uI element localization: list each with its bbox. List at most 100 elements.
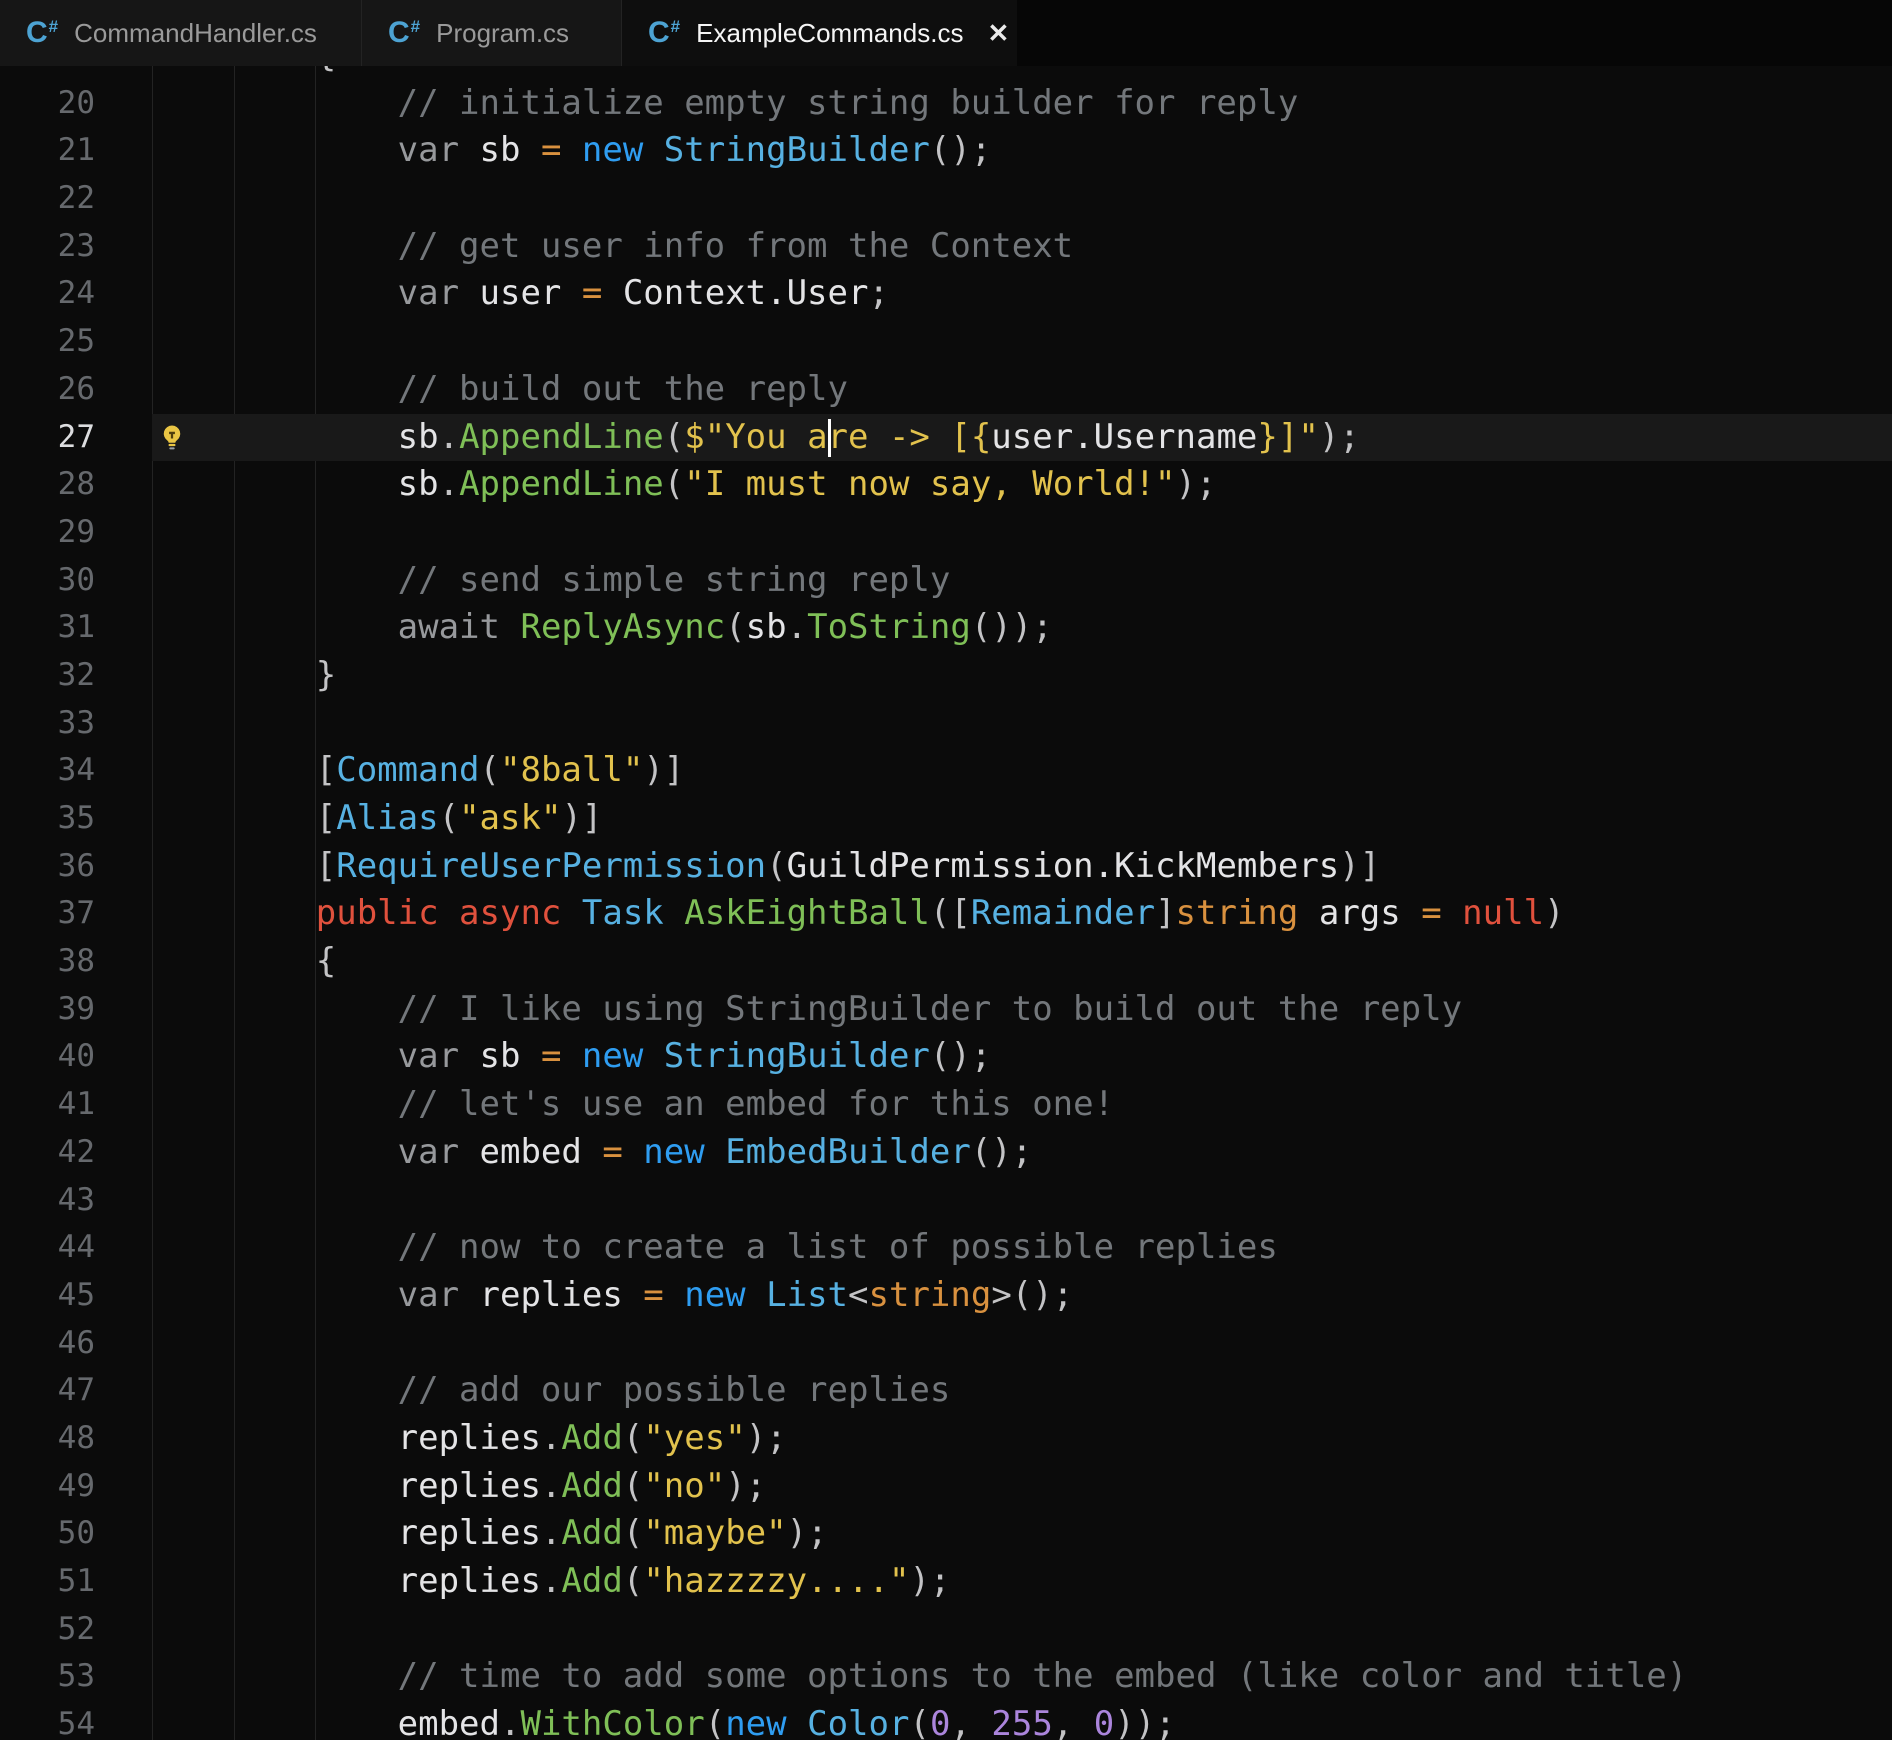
line-number[interactable]: 37: [0, 890, 152, 938]
line-number[interactable]: 50: [0, 1510, 152, 1558]
tab-commandhandler-cs[interactable]: C#CommandHandler.cs: [0, 0, 362, 66]
token-s: "8ball": [500, 750, 643, 790]
code-text[interactable]: // initialize empty string builder for r…: [152, 80, 1298, 128]
code-text[interactable]: replies.Add("maybe");: [152, 1510, 828, 1558]
token-p: (: [439, 798, 459, 838]
line-number[interactable]: 39: [0, 986, 152, 1034]
line-number[interactable]: 30: [0, 557, 152, 605]
code-text[interactable]: public async Task AskEightBall([Remainde…: [152, 890, 1565, 938]
line-number[interactable]: 28: [0, 461, 152, 509]
code-text[interactable]: replies.Add("yes");: [152, 1415, 787, 1463]
line-number[interactable]: 29: [0, 509, 152, 557]
code-text[interactable]: // build out the reply: [152, 366, 848, 414]
line-number[interactable]: 54: [0, 1701, 152, 1740]
line-number[interactable]: 31: [0, 604, 152, 652]
line-number[interactable]: 48: [0, 1415, 152, 1463]
line-number[interactable]: 25: [0, 318, 152, 366]
line-number[interactable]: 20: [0, 80, 152, 128]
line-number[interactable]: 43: [0, 1177, 152, 1225]
line-number[interactable]: 27: [0, 414, 152, 462]
line-number[interactable]: 35: [0, 795, 152, 843]
token-k: var: [152, 1036, 459, 1076]
code-text[interactable]: {: [152, 66, 336, 80]
line-number[interactable]: 42: [0, 1129, 152, 1177]
code-editor[interactable]: 19 {20 // initialize empty string builde…: [0, 66, 1892, 1740]
line-number[interactable]: 46: [0, 1320, 152, 1368]
line-number[interactable]: 36: [0, 843, 152, 891]
line-number[interactable]: 41: [0, 1081, 152, 1129]
code-text[interactable]: [RequireUserPermission(GuildPermission.K…: [152, 843, 1380, 891]
code-text[interactable]: var user = Context.User;: [152, 270, 889, 318]
code-text[interactable]: {: [152, 938, 336, 986]
code-text[interactable]: // add our possible replies: [152, 1367, 950, 1415]
line-number[interactable]: 52: [0, 1606, 152, 1654]
line-number[interactable]: 49: [0, 1463, 152, 1511]
line-number[interactable]: 21: [0, 127, 152, 175]
code-text[interactable]: replies.Add("no");: [152, 1463, 766, 1511]
line-number[interactable]: 40: [0, 1033, 152, 1081]
token-p: {: [152, 66, 336, 75]
code-line-20: 20 // initialize empty string builder fo…: [0, 80, 1892, 128]
token-p: (: [480, 750, 500, 790]
line-number[interactable]: 51: [0, 1558, 152, 1606]
token-i: replies: [459, 1275, 643, 1315]
token-p: >();: [991, 1275, 1073, 1315]
csharp-file-icon: C#: [648, 16, 680, 50]
token-s: "yes": [643, 1418, 745, 1458]
line-number[interactable]: 38: [0, 938, 152, 986]
code-text[interactable]: // time to add some options to the embed…: [152, 1653, 1687, 1701]
code-line-40: 40 var sb = new StringBuilder();: [0, 1033, 1892, 1081]
token-k: var: [152, 273, 459, 313]
token-p: );: [1176, 464, 1217, 504]
code-text[interactable]: var sb = new StringBuilder();: [152, 1033, 991, 1081]
close-tab-icon[interactable]: ✕: [963, 20, 1009, 46]
line-number[interactable]: 45: [0, 1272, 152, 1320]
line-number[interactable]: 24: [0, 270, 152, 318]
line-number[interactable]: 33: [0, 700, 152, 748]
line-number[interactable]: 23: [0, 223, 152, 271]
line-number[interactable]: 19: [0, 66, 152, 80]
code-text[interactable]: embed.WithColor(new Color(0, 255, 0));: [152, 1701, 1176, 1740]
token-p: (: [623, 1418, 643, 1458]
code-line-34: 34 [Command("8ball")]: [0, 747, 1892, 795]
code-text[interactable]: replies.Add("hazzzzy....");: [152, 1558, 950, 1606]
quick-fix-lightbulb-icon[interactable]: [156, 422, 188, 454]
token-p: .: [541, 1418, 561, 1458]
token-n: new: [561, 130, 663, 170]
code-line-24: 24 var user = Context.User;: [0, 270, 1892, 318]
line-number[interactable]: 32: [0, 652, 152, 700]
token-t: RequireUserPermission: [336, 846, 766, 886]
token-m: AppendLine: [459, 464, 664, 504]
token-s: "ask": [459, 798, 561, 838]
code-text[interactable]: // now to create a list of possible repl…: [152, 1224, 1278, 1272]
code-text[interactable]: [Alias("ask")]: [152, 795, 602, 843]
line-number[interactable]: 22: [0, 175, 152, 223]
token-t: Color: [787, 1704, 910, 1740]
token-k: var: [152, 1132, 459, 1172]
code-text[interactable]: var sb = new StringBuilder();: [152, 127, 991, 175]
line-number[interactable]: 47: [0, 1367, 152, 1415]
line-number[interactable]: 44: [0, 1224, 152, 1272]
token-p: ,: [950, 1704, 991, 1740]
code-text[interactable]: sb.AppendLine("I must now say, World!");: [152, 461, 1216, 509]
line-number[interactable]: 26: [0, 366, 152, 414]
code-text[interactable]: // send simple string reply: [152, 557, 950, 605]
line-number[interactable]: 53: [0, 1653, 152, 1701]
code-text[interactable]: // get user info from the Context: [152, 223, 1073, 271]
code-text[interactable]: await ReplyAsync(sb.ToString());: [152, 604, 1053, 652]
token-c: // initialize empty string builder for r…: [152, 83, 1298, 123]
tab-examplecommands-cs[interactable]: C#ExampleCommands.cs✕: [622, 0, 1017, 66]
token-o: =: [541, 1036, 561, 1076]
csharp-file-icon: C#: [388, 16, 420, 50]
code-text[interactable]: var replies = new List<string>();: [152, 1272, 1073, 1320]
code-text[interactable]: var embed = new EmbedBuilder();: [152, 1129, 1032, 1177]
code-text[interactable]: }: [152, 652, 336, 700]
tab-program-cs[interactable]: C#Program.cs: [362, 0, 622, 66]
token-p: .: [541, 1561, 561, 1601]
token-u: 0: [930, 1704, 950, 1740]
code-text[interactable]: sb.AppendLine($"You are -> [{user.Userna…: [152, 414, 1360, 462]
code-text[interactable]: [Command("8ball")]: [152, 747, 684, 795]
code-text[interactable]: // let's use an embed for this one!: [152, 1081, 1114, 1129]
line-number[interactable]: 34: [0, 747, 152, 795]
code-text[interactable]: // I like using StringBuilder to build o…: [152, 986, 1462, 1034]
